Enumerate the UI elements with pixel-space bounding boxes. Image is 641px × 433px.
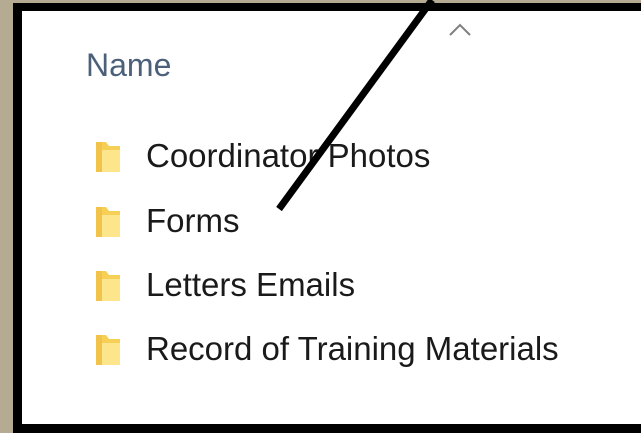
list-item-label: Forms (146, 202, 240, 239)
folder-icon (96, 142, 120, 172)
folder-icon (96, 207, 120, 237)
list-item-label: Record of Training Materials (146, 330, 559, 367)
list-item[interactable]: Coordinator Photos (94, 136, 430, 176)
list-item-label: Coordinator Photos (146, 137, 431, 174)
list-item-label: Letters Emails (146, 266, 356, 303)
list-item[interactable]: Record of Training Materials (94, 329, 559, 369)
window-frame: Name Coordinator Photos Forms Letters Em… (13, 3, 641, 433)
folder-icon (96, 335, 120, 365)
list-item[interactable]: Letters Emails (94, 265, 355, 305)
file-explorer-panel: Name Coordinator Photos Forms Letters Em… (22, 11, 641, 424)
list-item[interactable]: Forms (94, 201, 240, 241)
folder-icon (96, 271, 120, 301)
file-list: Coordinator Photos Forms Letters Emails (22, 11, 641, 424)
